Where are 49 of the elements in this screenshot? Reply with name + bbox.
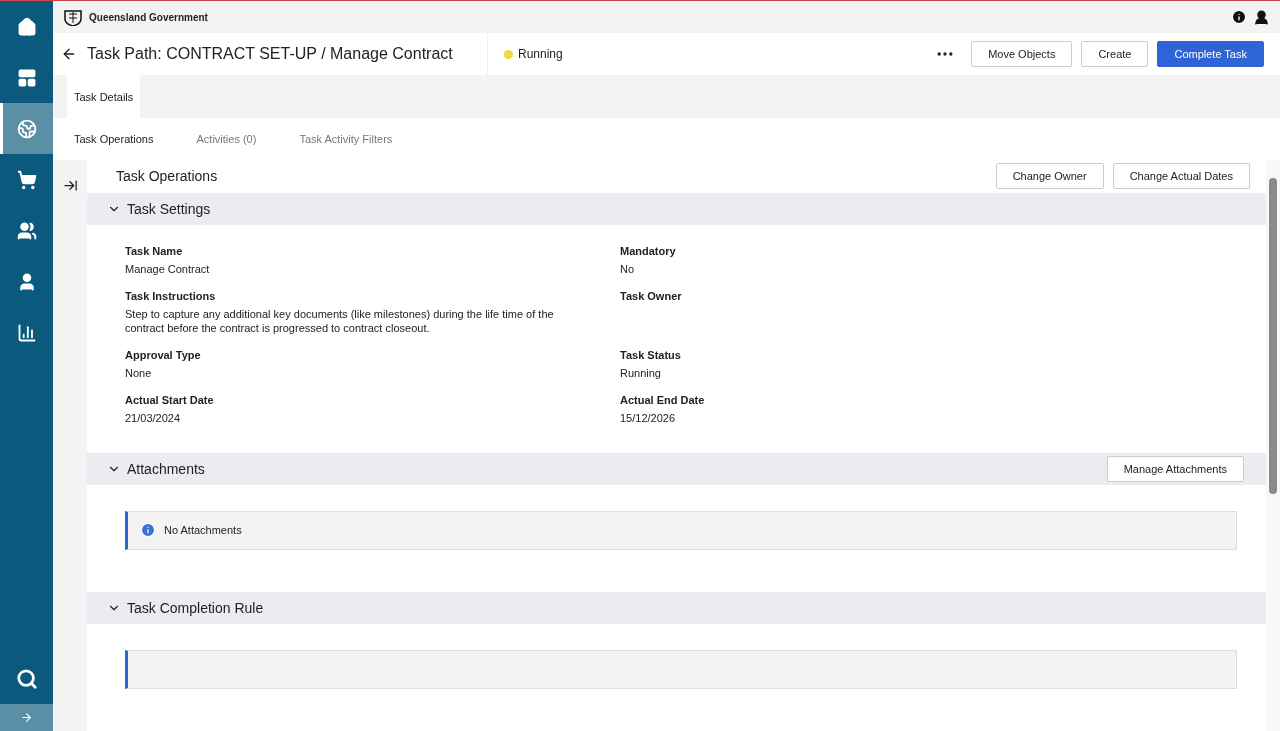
tab[interactable]: Task Details (67, 75, 141, 118)
notice-text: No Attachments (164, 524, 242, 537)
arrow-right-icon (20, 711, 33, 724)
field-label: Task Status (620, 348, 682, 361)
sub-tab[interactable]: Task Operations (74, 133, 154, 145)
section-title: Task Settings (127, 200, 212, 217)
info-icon (140, 522, 156, 539)
globe-icon (16, 118, 37, 139)
header-button[interactable]: Move Objects (971, 41, 1073, 67)
field-label: Mandatory (620, 244, 677, 257)
section-title: Attachments (127, 460, 206, 477)
field-label: Actual Start Date (125, 393, 215, 406)
section-title: Task Completion Rule (127, 600, 265, 616)
cart-icon (16, 169, 37, 190)
field-value: 15/12/2026 (620, 410, 677, 425)
user-icon[interactable] (1253, 8, 1270, 26)
search-icon (15, 667, 38, 690)
header-button[interactable]: Create (1081, 41, 1149, 67)
scrollbar[interactable] (1266, 160, 1280, 731)
sub-tab[interactable]: Activities (0) (196, 133, 257, 145)
chart-icon (16, 322, 37, 343)
page-title: Task Path: CONTRACT SET-UP / Manage Contract (87, 45, 454, 63)
field-value: No (620, 261, 636, 276)
field-value: Manage Contract (125, 261, 211, 276)
field-label: Task Name (125, 244, 184, 257)
field-value: 21/03/2024 (125, 410, 182, 425)
info-icon[interactable] (1231, 9, 1247, 25)
panel-button[interactable]: Change Owner (995, 163, 1104, 190)
sub-tab[interactable]: Task Activity Filters (299, 133, 393, 145)
field-label: Task Instructions (125, 289, 217, 302)
field-value: Step to capture any additional key documents (like milestones) during the life time of the contract before the contract is progressed to contract closeout. (125, 306, 555, 335)
header-button[interactable]: Complete Task (1157, 41, 1264, 67)
status-label: Running (518, 47, 563, 61)
nav-item[interactable] (0, 103, 53, 154)
back-icon[interactable] (61, 46, 77, 62)
brand-name: Queensland Government (89, 11, 208, 23)
field-label: Actual End Date (620, 393, 706, 406)
manage-attachments-button[interactable]: Manage Attachments (1106, 455, 1244, 482)
field-label: Approval Type (125, 348, 202, 361)
dashboard-icon (16, 67, 37, 88)
crest-icon (63, 8, 83, 26)
panel-title: Task Operations (116, 168, 219, 185)
field-label: Task Owner (620, 289, 683, 302)
panel-button[interactable]: Change Actual Dates (1112, 163, 1250, 190)
collapse-panel-icon[interactable] (62, 178, 78, 193)
field-value: Running (620, 365, 662, 380)
home-icon (16, 16, 37, 37)
people-icon (16, 220, 37, 241)
field-value: None (125, 365, 153, 380)
